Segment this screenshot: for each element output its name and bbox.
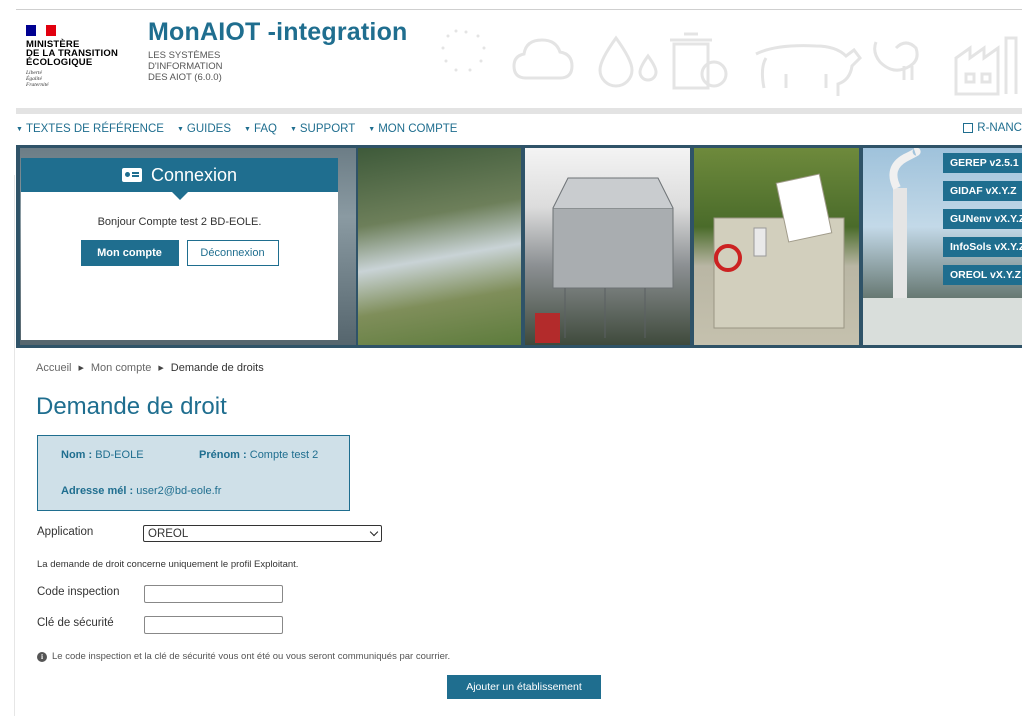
code-inspection-label: Code inspection (37, 586, 120, 598)
my-account-button[interactable]: Mon compte (80, 240, 179, 266)
application-label: Application (37, 526, 94, 538)
nav-item-faq[interactable]: ▼ FAQ (244, 123, 277, 135)
app-link-oreol[interactable]: OREOL vX.Y.Z (943, 265, 1022, 285)
user-email: Adresse mél : user2@bd-eole.fr (61, 485, 221, 497)
security-key-input[interactable] (144, 616, 283, 634)
banner-photo-sampling-equipment (694, 148, 859, 345)
nav-item-textes[interactable]: ▼ TEXTES DE RÉFÉRENCE (16, 123, 164, 135)
chicken-icon (873, 41, 919, 80)
user-first-name: Prénom : Compte test 2 (199, 449, 318, 461)
external-link-icon (963, 123, 974, 133)
caret-down-icon: ▼ (16, 125, 23, 133)
app-link-gunenv[interactable]: GUNenv vX.Y.Z (943, 209, 1022, 229)
nav-external-link-label: R-NANC (977, 122, 1022, 134)
user-last-name: Nom : BD-EOLE (61, 449, 144, 461)
caret-down-icon: ▼ (244, 125, 251, 133)
login-header: Connexion (21, 158, 338, 200)
cooling-tower-illustration (535, 177, 674, 343)
nav-item-support[interactable]: ▼ SUPPORT (290, 123, 355, 135)
water-drops-icon (598, 35, 658, 88)
nav-item-mon-compte[interactable]: ▼ MON COMPTE (368, 123, 457, 135)
app-subtitle: LES SYSTÈMES D'INFORMATION DES AIOT (6.0… (148, 50, 222, 83)
ministry-logo[interactable]: MINISTÈRE DE LA TRANSITION ÉCOLOGIQUE Li… (26, 25, 136, 88)
republic-devise: Liberté Égalité Fraternité (26, 70, 136, 88)
devise-line: Fraternité (26, 82, 49, 88)
header-bottom-band (16, 108, 1022, 114)
nav-item-guides[interactable]: ▼ GUIDES (177, 123, 231, 135)
nav-item-label: MON COMPTE (378, 123, 458, 135)
nav-item-label: FAQ (253, 123, 277, 135)
app-link-infosols[interactable]: InfoSols vX.Y.Z (943, 237, 1022, 257)
breadcrumb-current: Demande de droits (170, 362, 264, 374)
nav-item-label: GUIDES (186, 123, 231, 135)
breadcrumb-separator-icon: ▶ (158, 365, 164, 372)
user-last-name-value: BD-EOLE (95, 449, 144, 461)
login-greeting: Bonjour Compte test 2 BD-EOLE. (97, 216, 262, 228)
banner-photo-cooling-tower (525, 148, 690, 345)
login-actions: Mon compte Déconnexion (21, 240, 338, 266)
user-first-name-value: Compte test 2 (249, 449, 319, 461)
recycle-bin-icon (670, 32, 728, 90)
security-key-label: Clé de sécurité (37, 617, 114, 629)
app-link-gidaf[interactable]: GIDAF vX.Y.Z (943, 181, 1022, 201)
nav-item-label: SUPPORT (299, 123, 356, 135)
factory-icon (954, 36, 1018, 96)
caret-down-icon: ▼ (368, 125, 376, 133)
user-last-name-label: Nom : (61, 449, 93, 461)
user-email-value: user2@bd-eole.fr (136, 485, 222, 497)
info-icon: i (37, 651, 47, 662)
sampling-illustration (713, 173, 845, 329)
logout-button[interactable]: Déconnexion (186, 240, 279, 266)
ministry-line: ÉCOLOGIQUE (26, 57, 93, 68)
application-links: GEREP v2.5.1 GIDAF vX.Y.Z GUNenv vX.Y.Z … (943, 153, 1022, 293)
site-header: MINISTÈRE DE LA TRANSITION ÉCOLOGIQUE Li… (16, 10, 1022, 110)
app-subtitle-line: D'INFORMATION (148, 61, 223, 72)
app-link-gerep[interactable]: GEREP v2.5.1 (943, 153, 1022, 173)
breadcrumb-home[interactable]: Accueil (36, 362, 71, 374)
breadcrumb: Accueil ▶ Mon compte ▶ Demande de droits (36, 362, 264, 374)
eu-stars-icon (441, 29, 486, 72)
chevron-down-icon (369, 527, 379, 537)
user-email-label: Adresse mél : (61, 485, 134, 497)
content-left-border (14, 175, 15, 716)
user-first-name-label: Prénom : (199, 449, 247, 461)
form-hint-text: Le code inspection et la clé de sécurité… (52, 651, 451, 662)
co2-cloud-icon (512, 38, 574, 80)
app-title[interactable]: MonAIOT -integration (148, 18, 408, 47)
breadcrumb-separator-icon: ▶ (78, 365, 84, 372)
page-title: Demande de droit (36, 393, 227, 420)
french-flag-icon (26, 25, 56, 36)
main-nav: ▼ TEXTES DE RÉFÉRENCE ▼ GUIDES ▼ FAQ ▼ SUPPO… (16, 118, 1022, 140)
application-select-value: OREOL (148, 527, 189, 540)
profile-note: La demande de droit concerne uniquement … (37, 559, 299, 570)
form-hint: i Le code inspection et la clé de sécuri… (37, 651, 450, 662)
breadcrumb-my-account[interactable]: Mon compte (91, 362, 152, 374)
caret-down-icon: ▼ (176, 125, 184, 133)
add-establishment-button[interactable]: Ajouter un établissement (447, 675, 601, 699)
caret-down-icon: ▼ (289, 125, 297, 133)
app-subtitle-line: DES AIOT (6.0.0) (148, 72, 222, 83)
nav-item-label: TEXTES DE RÉFÉRENCE (25, 123, 164, 135)
application-select[interactable]: OREOL (143, 525, 382, 542)
banner-photo-river (358, 148, 521, 345)
ministry-name: MINISTÈRE DE LA TRANSITION ÉCOLOGIQUE (26, 40, 136, 68)
nav-external-link[interactable]: R-NANC (963, 122, 1022, 134)
decorative-pictograms (441, 29, 1018, 96)
cow-icon (755, 44, 862, 96)
login-title: Connexion (150, 164, 238, 185)
app-subtitle-line: LES SYSTÈMES (148, 50, 221, 61)
user-info-card: Nom : BD-EOLE Prénom : Compte test 2 Adr… (37, 435, 350, 511)
code-inspection-input[interactable] (144, 585, 283, 603)
login-panel: Connexion Bonjour Compte test 2 BD-EOLE.… (21, 158, 338, 340)
id-card-icon (121, 168, 142, 182)
